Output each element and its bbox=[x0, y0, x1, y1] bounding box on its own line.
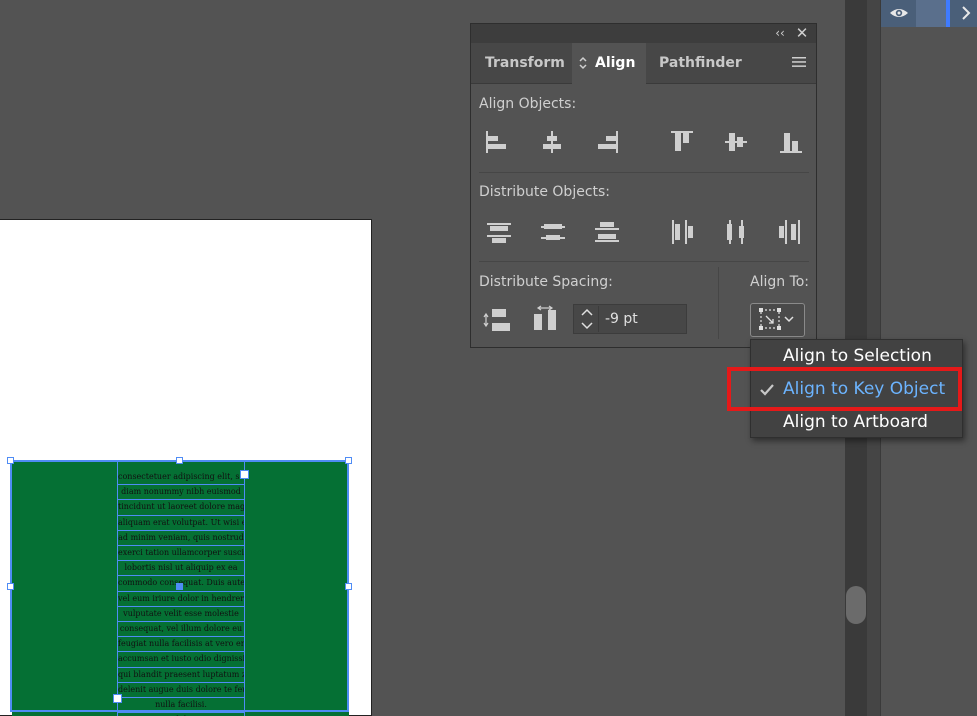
visibility-eye-icon[interactable] bbox=[889, 5, 909, 21]
spacing-stepper[interactable]: -9 pt bbox=[573, 304, 687, 334]
horizontal-distribute-right-icon[interactable] bbox=[776, 218, 804, 246]
annotation-highlight-box bbox=[727, 367, 962, 411]
resize-handle-left[interactable] bbox=[7, 583, 14, 590]
horizontal-align-right-icon[interactable] bbox=[593, 128, 621, 156]
vertical-distribute-top-icon[interactable] bbox=[485, 218, 513, 246]
close-icon[interactable]: ✕ bbox=[794, 25, 810, 41]
section-divider bbox=[479, 172, 809, 173]
resize-handle-top[interactable] bbox=[176, 457, 183, 464]
distribute-objects-label: Distribute Objects: bbox=[479, 184, 611, 200]
horizontal-align-left-icon[interactable] bbox=[483, 128, 511, 156]
tab-align[interactable]: Align bbox=[595, 43, 635, 83]
align-to-dropdown-button[interactable] bbox=[750, 303, 805, 337]
resize-handle-top-left[interactable] bbox=[7, 457, 14, 464]
vertical-distribute-bottom-icon[interactable] bbox=[593, 218, 621, 246]
tab-pathfinder[interactable]: Pathfinder bbox=[659, 43, 742, 83]
vertical-align-bottom-icon[interactable] bbox=[777, 128, 805, 156]
resize-handle-top-right[interactable] bbox=[345, 457, 352, 464]
panel-tab-bar: Transform Align Pathfinder bbox=[471, 43, 816, 84]
vertical-align-center-icon[interactable] bbox=[722, 128, 750, 156]
vertical-divider bbox=[718, 267, 719, 339]
center-point bbox=[176, 583, 183, 590]
spacing-value[interactable]: -9 pt bbox=[605, 305, 638, 333]
panel-titlebar[interactable]: ‹‹ ✕ bbox=[471, 24, 816, 43]
horizontal-distribute-center-icon[interactable] bbox=[722, 218, 750, 246]
vertical-scrollbar-thumb[interactable] bbox=[846, 586, 866, 624]
collapse-panel-icon[interactable]: ‹‹ bbox=[772, 26, 788, 40]
align-to-label: Align To: bbox=[750, 274, 810, 290]
section-divider bbox=[479, 261, 809, 262]
horizontal-align-center-icon[interactable] bbox=[538, 128, 566, 156]
text-frame-out-port[interactable] bbox=[240, 470, 249, 479]
text-frame-in-port[interactable] bbox=[113, 694, 122, 703]
vertical-distribute-space-icon[interactable] bbox=[483, 306, 511, 334]
tab-options-arrows-icon bbox=[579, 56, 587, 70]
vertical-align-top-icon[interactable] bbox=[668, 128, 696, 156]
stepper-arrows-icon[interactable] bbox=[576, 306, 599, 332]
layer-color-indicator bbox=[946, 0, 950, 27]
align-objects-label: Align Objects: bbox=[479, 96, 577, 112]
horizontal-distribute-left-icon[interactable] bbox=[668, 218, 696, 246]
align-panel: ‹‹ ✕ Transform Align Pathfinder Align Ob… bbox=[470, 23, 817, 348]
align-to-key-object-icon bbox=[759, 308, 794, 330]
tab-transform[interactable]: Transform bbox=[485, 43, 565, 83]
chevron-right-icon[interactable] bbox=[959, 3, 973, 23]
resize-handle-right[interactable] bbox=[345, 583, 352, 590]
panel-menu-icon[interactable] bbox=[792, 56, 806, 68]
horizontal-distribute-space-icon[interactable] bbox=[531, 304, 559, 332]
vertical-distribute-center-icon[interactable] bbox=[539, 218, 567, 246]
layer-target-area[interactable] bbox=[916, 0, 946, 27]
distribute-spacing-label: Distribute Spacing: bbox=[479, 274, 613, 290]
